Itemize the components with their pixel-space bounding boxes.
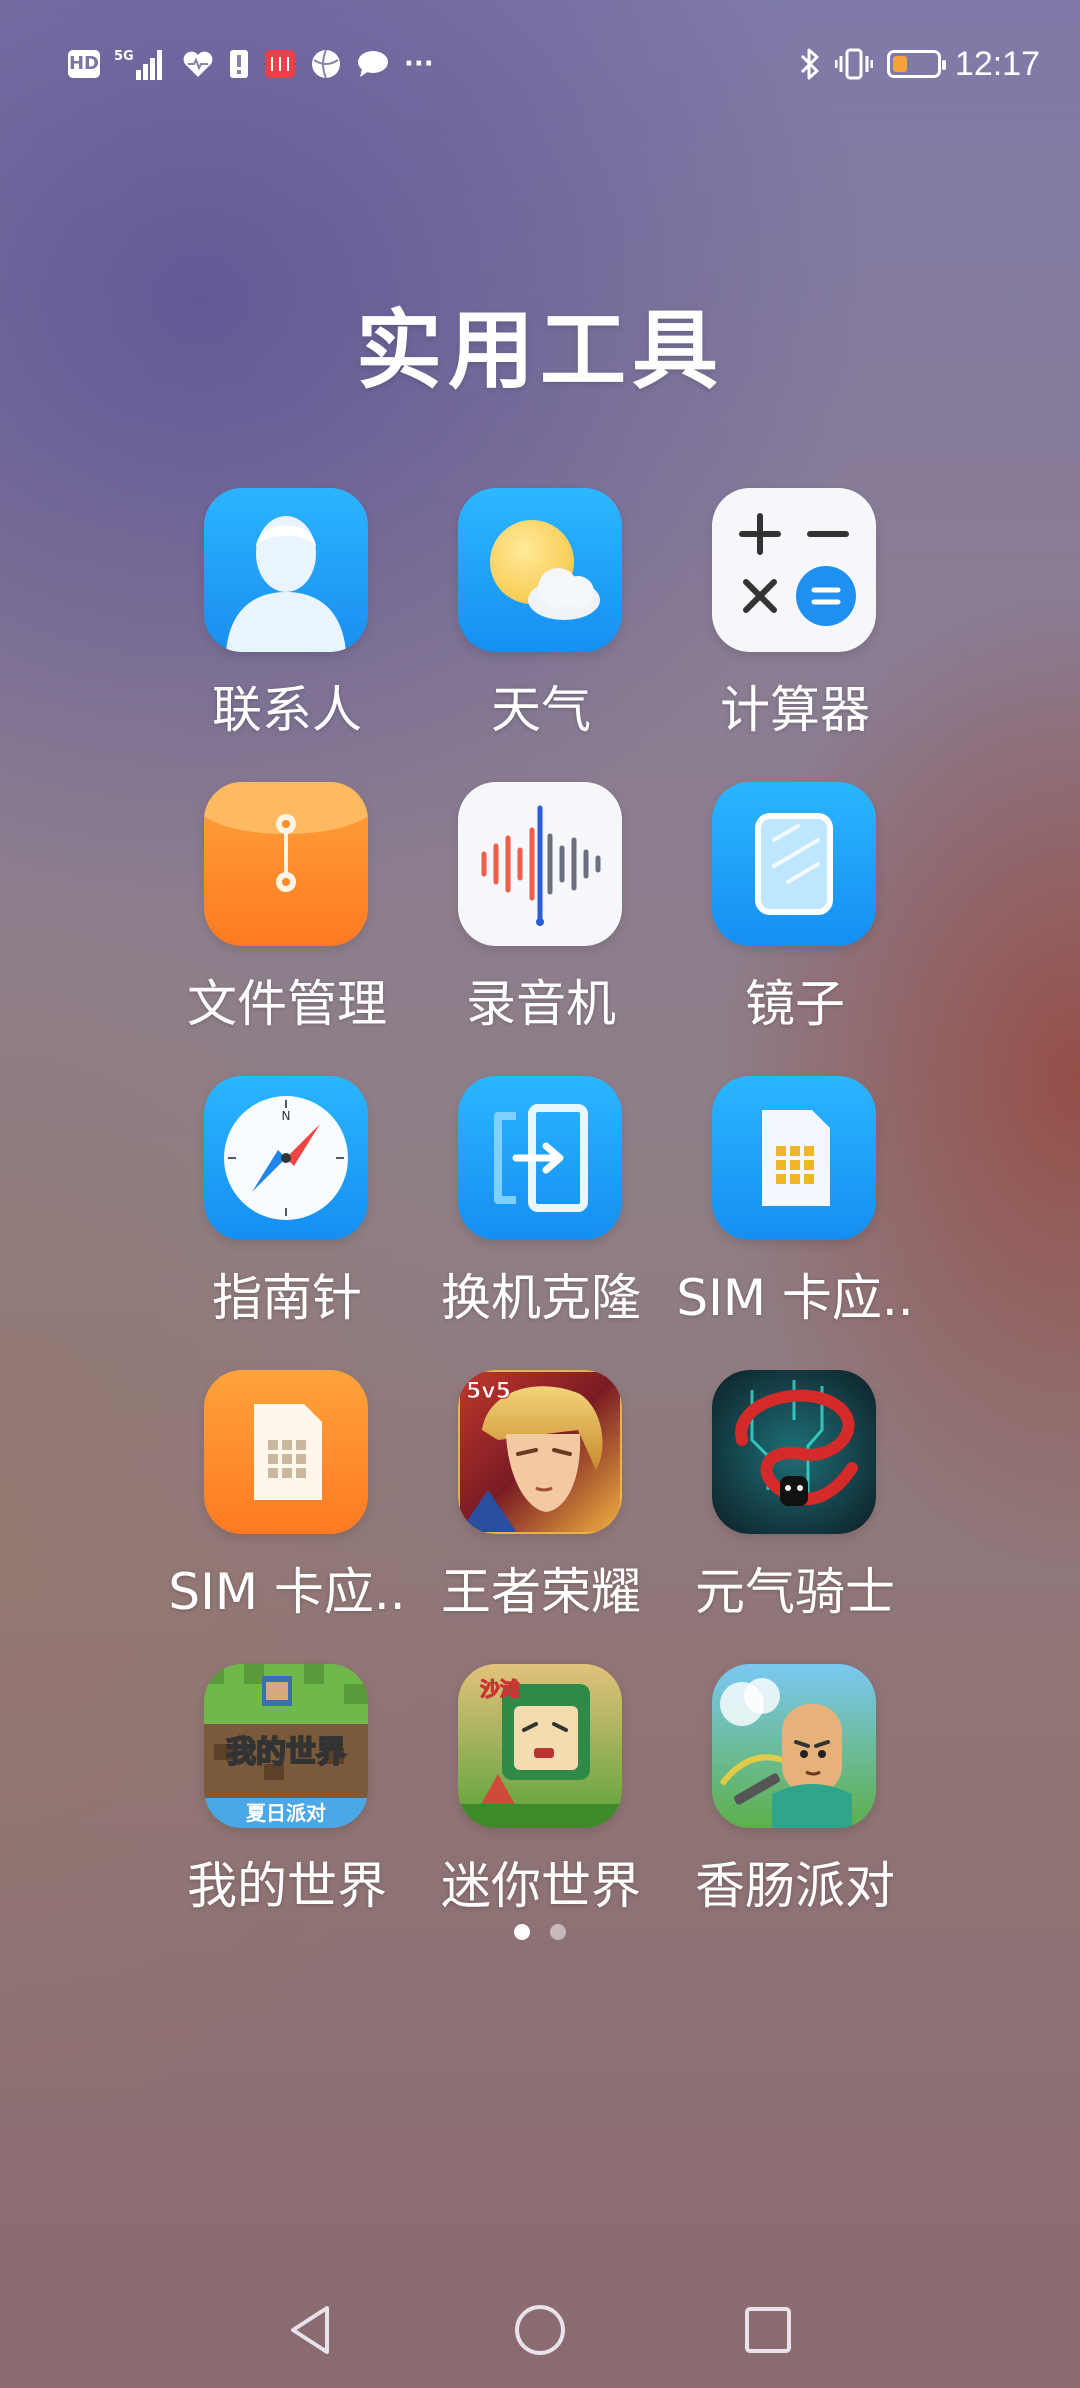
app-label: 元气骑士 (695, 1563, 895, 1621)
app-sausage-man[interactable]: 香肠派对 (668, 1664, 922, 1958)
weather-icon[interactable] (458, 488, 622, 652)
app-recorder[interactable]: 录音机 (414, 782, 668, 1076)
files-icon[interactable] (204, 782, 368, 946)
app-compass[interactable]: N 指南针 (160, 1076, 414, 1370)
app-weather[interactable]: 天气 (414, 488, 668, 782)
phone-clone-icon[interactable] (458, 1076, 622, 1240)
mini-world-badge-text: 沙滩 (480, 1677, 520, 1701)
minecraft-icon[interactable]: 我的世界 夏日派对 (204, 1664, 368, 1828)
contacts-icon[interactable] (204, 488, 368, 652)
browser-icon (310, 48, 342, 80)
app-label: 香肠派对 (695, 1857, 895, 1915)
sausage-man-icon[interactable] (712, 1664, 876, 1828)
minecraft-logo-text: 我的世界 (226, 1735, 346, 1770)
minecraft-ribbon-text: 夏日派对 (246, 1801, 326, 1825)
recents-button[interactable] (728, 2290, 808, 2370)
vibrate-icon (834, 47, 873, 81)
home-icon (515, 2305, 565, 2355)
battery-icon (886, 50, 946, 78)
chat-icon (356, 49, 390, 79)
app-label: 镜子 (745, 975, 845, 1033)
page-indicator (0, 1924, 1080, 1940)
sim-alert-icon (228, 48, 250, 80)
sim-app-orange-icon[interactable] (204, 1370, 368, 1534)
soul-knight-icon[interactable] (712, 1370, 876, 1534)
back-icon (291, 2306, 329, 2354)
calculator-icon[interactable] (712, 488, 876, 652)
back-button[interactable] (270, 2290, 350, 2370)
app-label: 计算器 (720, 681, 870, 739)
status-bar-notifications: HD 5G ··· (68, 44, 434, 84)
app-files[interactable]: 文件管理 (160, 782, 414, 1076)
app-label: SIM 卡应.. (676, 1269, 914, 1327)
app-soul-knight[interactable]: 元气骑士 (668, 1370, 922, 1664)
signal-5g-icon: 5G (114, 46, 168, 82)
sim-app-icon[interactable] (712, 1076, 876, 1240)
app-phone-clone[interactable]: 换机克隆 (414, 1076, 668, 1370)
app-grid: 联系人 天气 计算器 文件管理 录音机 镜子 N 指南针 换机克隆 SIM 卡应… (160, 488, 920, 1958)
honor-of-kings-icon[interactable]: 5v5 (458, 1370, 622, 1534)
app-mirror[interactable]: 镜子 (668, 782, 922, 1076)
app-minecraft[interactable]: 我的世界 夏日派对 我的世界 (160, 1664, 414, 1958)
navigation-bar (0, 2290, 1080, 2370)
compass-icon[interactable]: N (204, 1076, 368, 1240)
app-contacts[interactable]: 联系人 (160, 488, 414, 782)
net-type-text: 5G (114, 49, 134, 64)
page-dot-2[interactable] (550, 1924, 566, 1940)
status-bar: HD 5G ··· 12:17 (0, 0, 1080, 130)
recents-icon (745, 2307, 791, 2353)
bluetooth-icon (799, 47, 821, 81)
page-dot-1[interactable] (514, 1924, 530, 1940)
folder-title[interactable]: 实用工具 (0, 280, 1080, 405)
app-mini-world[interactable]: 沙滩 迷你世界 (414, 1664, 668, 1958)
app-sim-toolkit[interactable]: SIM 卡应.. (668, 1076, 922, 1370)
mirror-icon[interactable] (712, 782, 876, 946)
home-button[interactable] (500, 2290, 580, 2370)
book-icon (264, 49, 296, 79)
app-honor-of-kings[interactable]: 5v5 王者荣耀 (414, 1370, 668, 1664)
app-sim-toolkit-2[interactable]: SIM 卡应.. (160, 1370, 414, 1664)
home-screen: HD 5G ··· 12:17 实用工具 联系人 天气 计算器 文件管理 录音机… (0, 0, 1080, 2388)
hok-badge-text: 5v5 (466, 1379, 511, 1404)
more-icon: ··· (404, 49, 434, 79)
hd-icon: HD (68, 50, 100, 78)
status-bar-system: 12:17 (799, 40, 1040, 88)
health-icon (182, 49, 214, 79)
clock-time: 12:17 (954, 44, 1040, 83)
svg-text:N: N (282, 1109, 291, 1123)
mini-world-icon[interactable]: 沙滩 (458, 1664, 622, 1828)
recorder-icon[interactable] (458, 782, 622, 946)
battery-level (892, 56, 907, 72)
app-calculator[interactable]: 计算器 (668, 488, 922, 782)
